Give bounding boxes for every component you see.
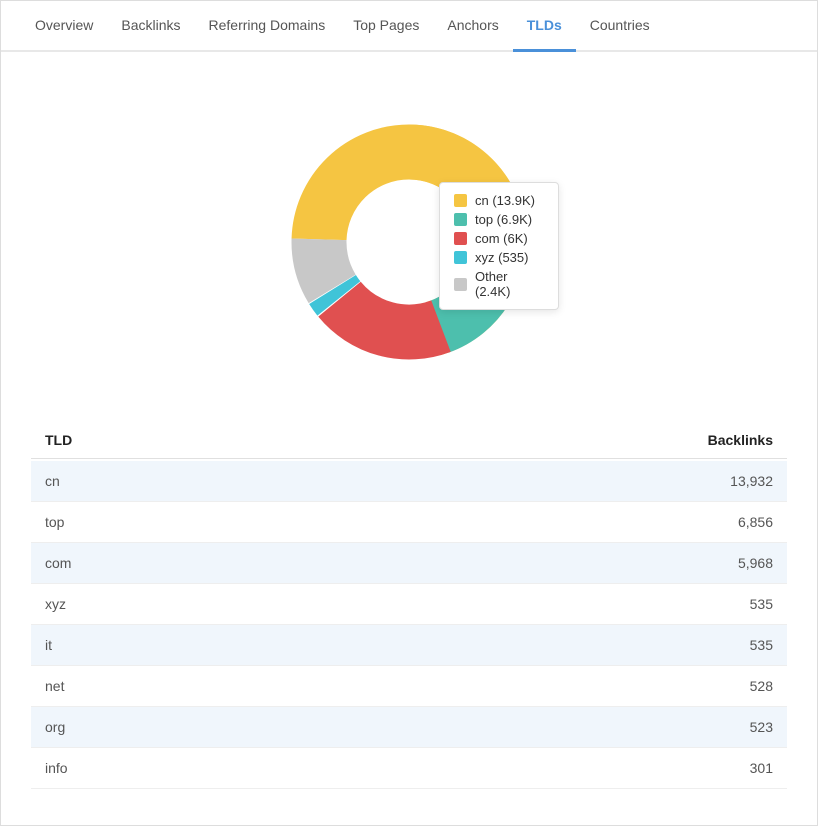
donut-chart: cn (13.9K) top (6.9K) com (6K) xyz (535)… (259, 92, 559, 392)
navigation: OverviewBacklinksReferring DomainsTop Pa… (1, 1, 817, 52)
table-row: xyz 535 (31, 584, 787, 625)
tld-cell: xyz (45, 596, 66, 612)
tooltip-label-top: top (6.9K) (475, 212, 532, 227)
swatch-top (454, 213, 467, 226)
backlinks-cell: 13,932 (730, 473, 773, 489)
tooltip-label-com: com (6K) (475, 231, 528, 246)
swatch-other (454, 278, 467, 291)
tooltip-row-other: Other (2.4K) (454, 269, 544, 299)
backlinks-cell: 528 (750, 678, 773, 694)
nav-item-overview[interactable]: Overview (21, 1, 107, 52)
nav-item-backlinks[interactable]: Backlinks (107, 1, 194, 52)
tooltip-label-other: Other (2.4K) (475, 269, 544, 299)
backlinks-cell: 535 (750, 596, 773, 612)
nav-item-countries[interactable]: Countries (576, 1, 664, 52)
nav-item-anchors[interactable]: Anchors (433, 1, 512, 52)
backlinks-cell: 301 (750, 760, 773, 776)
swatch-com (454, 232, 467, 245)
table-header-row: TLD Backlinks (31, 422, 787, 459)
table-row: com 5,968 (31, 543, 787, 584)
tld-cell: net (45, 678, 64, 694)
chart-tooltip: cn (13.9K) top (6.9K) com (6K) xyz (535)… (439, 182, 559, 310)
backlinks-cell: 523 (750, 719, 773, 735)
tooltip-row-com: com (6K) (454, 231, 544, 246)
table-row: cn 13,932 (31, 461, 787, 502)
table-row: org 523 (31, 707, 787, 748)
col-tld-header: TLD (45, 432, 72, 448)
table-row: net 528 (31, 666, 787, 707)
tld-cell: top (45, 514, 64, 530)
tld-cell: com (45, 555, 71, 571)
nav-item-top-pages[interactable]: Top Pages (339, 1, 433, 52)
table-row: info 301 (31, 748, 787, 789)
tld-cell: org (45, 719, 65, 735)
swatch-cn (454, 194, 467, 207)
nav-item-referring-domains[interactable]: Referring Domains (195, 1, 340, 52)
nav-item-tlds[interactable]: TLDs (513, 1, 576, 52)
tld-cell: info (45, 760, 68, 776)
tld-table: TLD Backlinks cn 13,932 top 6,856 com 5,… (1, 422, 817, 819)
tooltip-label-cn: cn (13.9K) (475, 193, 535, 208)
col-backlinks-header: Backlinks (708, 432, 773, 448)
backlinks-cell: 535 (750, 637, 773, 653)
table-row: top 6,856 (31, 502, 787, 543)
swatch-xyz (454, 251, 467, 264)
chart-area: cn (13.9K) top (6.9K) com (6K) xyz (535)… (1, 52, 817, 422)
backlinks-cell: 6,856 (738, 514, 773, 530)
table-row: it 535 (31, 625, 787, 666)
tld-cell: cn (45, 473, 60, 489)
table-body: cn 13,932 top 6,856 com 5,968 xyz 535 it… (31, 461, 787, 789)
backlinks-cell: 5,968 (738, 555, 773, 571)
tld-cell: it (45, 637, 52, 653)
tooltip-label-xyz: xyz (535) (475, 250, 528, 265)
tooltip-row-xyz: xyz (535) (454, 250, 544, 265)
tooltip-row-cn: cn (13.9K) (454, 193, 544, 208)
tooltip-row-top: top (6.9K) (454, 212, 544, 227)
